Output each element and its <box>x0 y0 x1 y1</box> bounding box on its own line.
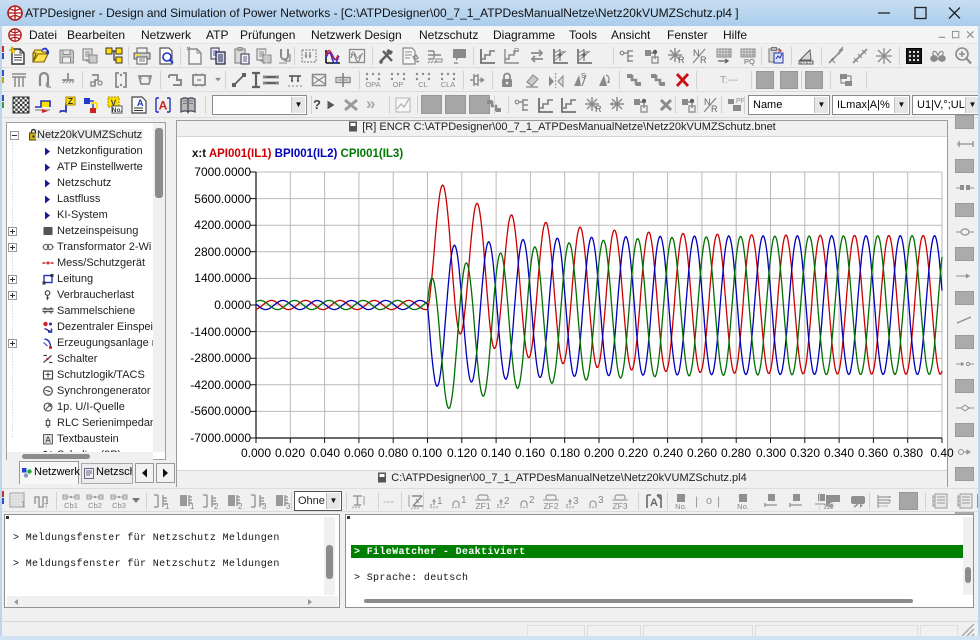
svg-text:T: T <box>44 503 49 510</box>
svg-text:ZF1: ZF1 <box>475 501 490 511</box>
svg-text:OP: OP <box>393 80 404 89</box>
svg-text:1: 1 <box>190 502 195 511</box>
svg-text:No.: No. <box>675 502 687 511</box>
svg-text:P: P <box>514 47 519 56</box>
svg-text:R: R <box>711 104 718 114</box>
svg-text:A: A <box>159 99 168 113</box>
svg-text:1: 1 <box>461 495 467 506</box>
svg-text:No.: No. <box>112 107 123 114</box>
svg-text:PQ: PQ <box>744 57 755 66</box>
svg-text:2: 2 <box>529 495 535 506</box>
svg-text:1: 1 <box>165 502 170 511</box>
svg-text:R: R <box>595 104 602 114</box>
svg-text:R: R <box>678 55 685 65</box>
svg-text:Z: Z <box>68 96 73 106</box>
svg-text:Cb3: Cb3 <box>112 501 126 510</box>
svg-text:2: 2 <box>238 502 243 511</box>
svg-text:A: A <box>137 98 144 108</box>
svg-text:2: 2 <box>504 496 510 507</box>
svg-text:CL: CL <box>418 80 428 89</box>
svg-text:R: R <box>700 55 707 65</box>
svg-text:S: S <box>581 73 586 80</box>
svg-text:2: 2 <box>214 502 219 511</box>
svg-text:No.: No. <box>737 502 749 511</box>
svg-text:ZF2: ZF2 <box>543 501 558 511</box>
svg-text:3: 3 <box>598 495 604 506</box>
svg-text:OPA: OPA <box>365 80 380 89</box>
svg-text:3: 3 <box>573 496 579 507</box>
svg-text:3: 3 <box>262 502 267 511</box>
svg-text:ZF3: ZF3 <box>612 501 627 511</box>
svg-text:1: 1 <box>21 500 26 509</box>
svg-text:Cb2: Cb2 <box>88 501 102 510</box>
svg-text:1: 1 <box>437 496 443 507</box>
svg-text:A: A <box>650 497 658 509</box>
svg-text:CLA: CLA <box>441 80 456 89</box>
svg-text:A: A <box>45 436 51 445</box>
svg-text:Cb1: Cb1 <box>64 501 78 510</box>
